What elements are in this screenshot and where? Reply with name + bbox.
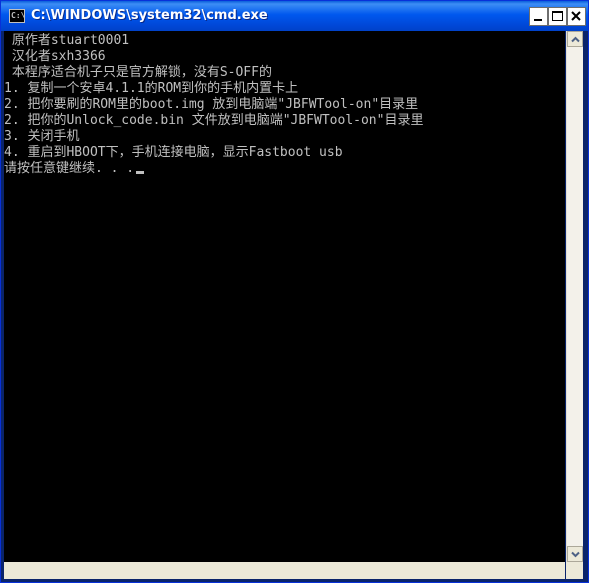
minimize-icon (534, 19, 542, 21)
cmd-window: C:\ C:\WINDOWS\system32\cmd.exe 原作者stuar… (0, 0, 589, 583)
console-line-translator: 汉化者sxh3366 (4, 49, 106, 64)
minimize-button[interactable] (529, 7, 548, 26)
maximize-icon (552, 11, 563, 21)
cmd-icon-glyph: C:\ (11, 11, 26, 20)
close-icon (571, 11, 581, 21)
scroll-down-arrow-icon (571, 551, 580, 558)
console-line-step-2b: 2. 把你的Unlock_code.bin 文件放到电脑端"JBFWTool-o… (4, 113, 424, 128)
maximize-button[interactable] (548, 7, 567, 26)
console-line-step-4: 4. 重启到HBOOT下，手机连接电脑，显示Fastboot usb (4, 145, 343, 160)
console-line-prompt: 请按任意键继续. . . (4, 161, 145, 177)
bottom-frame (4, 562, 565, 579)
close-button[interactable] (567, 7, 586, 26)
console-line-step-3: 3. 关闭手机 (4, 129, 80, 144)
window-title: C:\WINDOWS\system32\cmd.exe (31, 8, 268, 23)
console-line-step-1: 1. 复制一个安卓4.1.1的ROM到你的手机内置卡上 (4, 81, 299, 96)
vertical-scrollbar[interactable] (566, 31, 583, 562)
resize-corner[interactable] (566, 562, 583, 579)
console-line-author: 原作者stuart0001 (4, 33, 130, 48)
cmd-icon[interactable]: C:\ (9, 9, 25, 23)
prompt-text: 请按任意键继续. . . (4, 161, 135, 176)
console-line-note: 本程序适合机子只是官方解锁，没有S-OFF的 (4, 65, 272, 80)
scroll-up-arrow-icon (571, 36, 580, 43)
text-cursor (136, 171, 145, 174)
console-line-step-2a: 2. 把你要刷的ROM里的boot.img 放到电脑端"JBFWTool-on"… (4, 97, 419, 112)
console-output[interactable]: 原作者stuart0001 汉化者sxh3366 本程序适合机子只是官方解锁，没… (4, 31, 565, 562)
scroll-up-button[interactable] (567, 31, 583, 47)
scroll-down-button[interactable] (567, 546, 583, 562)
title-bar[interactable]: C:\ C:\WINDOWS\system32\cmd.exe (1, 1, 588, 31)
